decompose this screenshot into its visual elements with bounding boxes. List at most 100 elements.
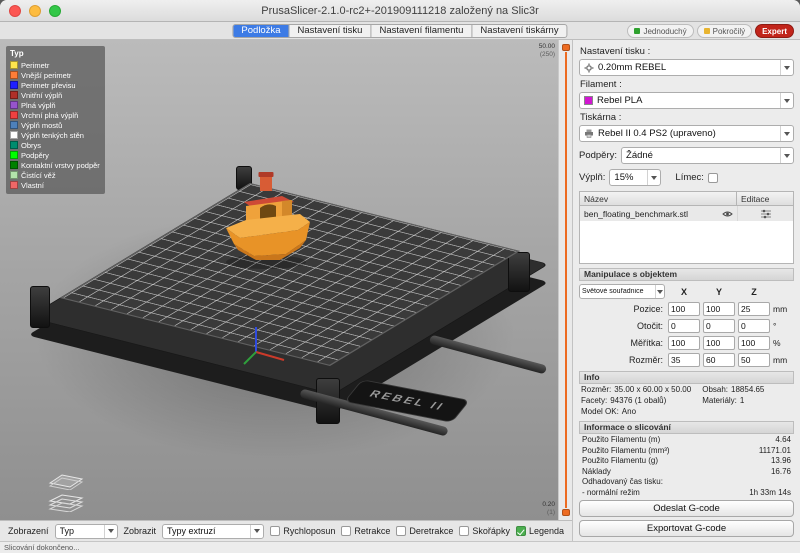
legend-swatch: [10, 131, 18, 139]
info-panel-title: Info: [579, 371, 794, 384]
show-label: Zobrazit: [124, 526, 157, 536]
close-window-button[interactable]: [9, 5, 21, 17]
edit-settings-icon[interactable]: [760, 209, 772, 219]
printer-select[interactable]: Rebel II 0.4 PS2 (upraveno): [579, 125, 794, 142]
print-settings-label: Nastavení tisku :: [580, 46, 794, 57]
export-gcode-button[interactable]: Exportovat G-code: [579, 520, 794, 537]
legend-swatch: [10, 111, 18, 119]
layer-slider-track[interactable]: [565, 52, 567, 508]
mode-simple-marker: [634, 28, 640, 34]
chevron-down-icon: [250, 525, 263, 538]
legend-item: Čistící věž: [10, 170, 101, 180]
sliced-info-row: Použito Filamentu (g)13.96: [579, 456, 794, 466]
object-list[interactable]: ben_floating_benchmark.stl: [579, 206, 794, 264]
deretractions-checkbox[interactable]: [396, 526, 406, 536]
checkbox-shells[interactable]: Skořápky: [459, 526, 510, 536]
shells-checkbox[interactable]: [459, 526, 469, 536]
chevron-down-icon: [780, 60, 793, 75]
checkbox-deretractions[interactable]: Deretrakce: [396, 526, 453, 536]
checkbox-travel[interactable]: Rychloposun: [270, 526, 335, 536]
eye-icon[interactable]: [722, 210, 733, 218]
checkbox-retractions[interactable]: Retrakce: [341, 526, 390, 536]
object-row[interactable]: ben_floating_benchmark.stl: [580, 206, 793, 221]
position-z-input[interactable]: [738, 302, 770, 316]
legend-checkbox[interactable]: [516, 526, 526, 536]
scale-y-input[interactable]: [703, 336, 735, 350]
size-label: Rozměr:: [579, 353, 665, 367]
checkbox-legend[interactable]: Legenda: [516, 526, 564, 536]
supports-label: Podpěry:: [579, 150, 617, 161]
layer-slider-lower-handle[interactable]: [562, 509, 570, 516]
chevron-down-icon: [780, 93, 793, 108]
scale-z-input[interactable]: [738, 336, 770, 350]
retractions-checkbox[interactable]: [341, 526, 351, 536]
supports-select[interactable]: Žádné: [621, 147, 794, 164]
column-edit: Editace: [737, 192, 793, 205]
view-toggle-icons: [48, 472, 84, 512]
legend-item: Výplň mostů: [10, 120, 101, 130]
size-y-input[interactable]: [703, 353, 735, 367]
filament-select[interactable]: Rebel PLA: [579, 92, 794, 109]
layers-view-icon[interactable]: [48, 494, 84, 512]
size-z-input[interactable]: [738, 353, 770, 367]
minimize-window-button[interactable]: [29, 5, 41, 17]
zoom-window-button[interactable]: [49, 5, 61, 17]
status-bar: Slicování dokončeno...: [0, 541, 800, 553]
supports-value: Žádné: [626, 150, 776, 161]
3d-view-icon[interactable]: [48, 472, 84, 490]
benchy-model[interactable]: [220, 170, 316, 270]
rotate-z-input[interactable]: [738, 319, 770, 333]
mode-simple-button[interactable]: Jednoduchý: [627, 24, 693, 38]
legend-panel: Typ Perimetr Vnější perimetr Perimetr př…: [6, 46, 105, 194]
legend-item: Vnitřní výplň: [10, 90, 101, 100]
legend-item: Kontaktní vrstvy podpěr: [10, 160, 101, 170]
legend-item: Vlastní: [10, 180, 101, 190]
size-unit: mm: [773, 355, 794, 365]
info-row: Facety:94376 (1 obalů) Materiály:1: [579, 396, 794, 406]
object-name: ben_floating_benchmark.stl: [584, 209, 719, 219]
mode-expert-label: Expert: [762, 27, 787, 36]
top-toolbar: Podložka Nastavení tisku Nastavení filam…: [0, 22, 800, 40]
view-mode-select[interactable]: Typ: [55, 524, 118, 539]
scale-x-input[interactable]: [668, 336, 700, 350]
mode-advanced-label: Pokročilý: [713, 27, 745, 36]
send-gcode-button[interactable]: Odeslat G-code: [579, 500, 794, 517]
filament-value: Rebel PLA: [597, 95, 776, 106]
3d-viewport[interactable]: REBEL II Typ Perimetr Vnější perimetr Pe…: [0, 40, 558, 520]
infill-select[interactable]: 15%: [609, 169, 661, 186]
rotate-y-input[interactable]: [703, 319, 735, 333]
infill-label: Výplň:: [579, 172, 605, 183]
tab-printer-settings[interactable]: Nastavení tiskárny: [472, 25, 566, 37]
position-x-input[interactable]: [668, 302, 700, 316]
legend-item: Perimetr: [10, 60, 101, 70]
tab-plater[interactable]: Podložka: [233, 25, 289, 37]
legend-swatch: [10, 71, 18, 79]
rotate-x-input[interactable]: [668, 319, 700, 333]
position-label: Pozice:: [579, 302, 665, 316]
brim-checkbox[interactable]: [708, 173, 718, 183]
tab-print-settings[interactable]: Nastavení tisku: [290, 25, 372, 37]
sliced-info-row: Náklady16.76: [579, 467, 794, 477]
print-settings-select[interactable]: 0.20mm REBEL: [579, 59, 794, 76]
travel-checkbox[interactable]: [270, 526, 280, 536]
filament-label: Filament :: [580, 79, 794, 90]
position-y-input[interactable]: [703, 302, 735, 316]
mode-expert-button[interactable]: Expert: [755, 24, 794, 38]
mode-advanced-button[interactable]: Pokročilý: [697, 24, 752, 38]
chevron-down-icon: [780, 148, 793, 163]
mode-buttons: Jednoduchý Pokročilý Expert: [627, 24, 794, 38]
legend-swatch: [10, 121, 18, 129]
legend-swatch: [10, 61, 18, 69]
size-x-input[interactable]: [668, 353, 700, 367]
chevron-down-icon: [647, 170, 660, 185]
tab-filament-settings[interactable]: Nastavení filamentu: [371, 25, 472, 37]
show-select[interactable]: Typy extruzí: [162, 524, 264, 539]
layer-slider-min-label: 0.20 (1): [542, 501, 555, 516]
title-bar: PrusaSlicer-2.1.0-rc2+-201909111218 zalo…: [0, 0, 800, 22]
axis-y-header: Y: [703, 287, 735, 297]
chevron-down-icon: [655, 285, 664, 298]
layer-slider[interactable]: [558, 40, 572, 520]
layer-slider-upper-handle[interactable]: [562, 44, 570, 51]
coordinate-system-select[interactable]: Světové souřadnice: [579, 284, 665, 299]
legend-title: Typ: [10, 49, 101, 58]
